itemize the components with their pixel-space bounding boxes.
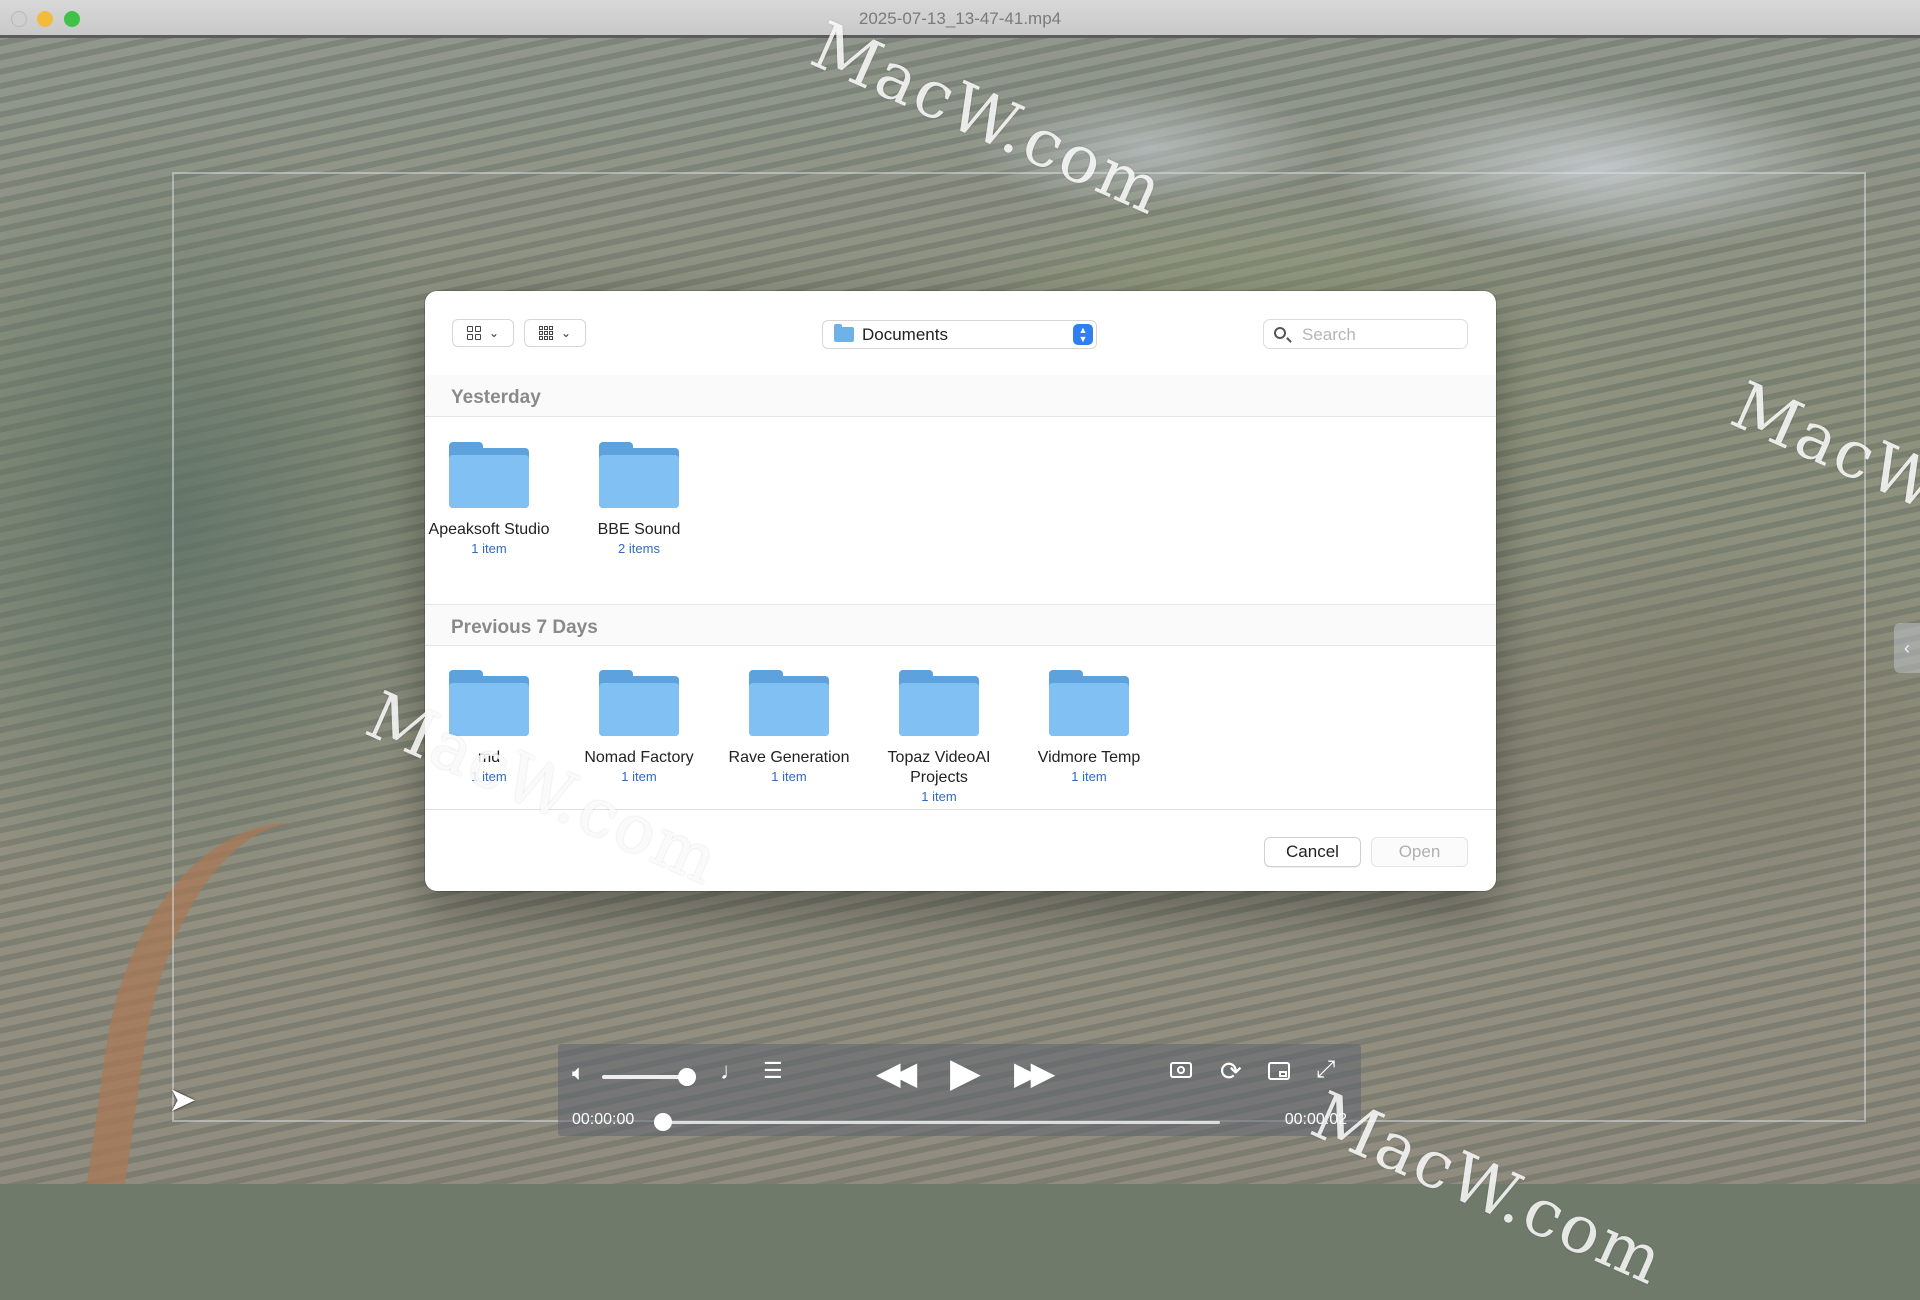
chevron-down-icon: ⌄ [560,326,572,340]
folder-name: Topaz VideoAI Projects [887,749,991,786]
folder-item[interactable]: Topaz VideoAI Projects 1 item [864,670,1014,804]
folder-icon [899,670,979,736]
volume-icon[interactable]: 🔈︎ [572,1060,585,1086]
folder-item-count: 1 item [771,769,807,784]
search-icon [1274,327,1286,339]
group-view-button[interactable]: ⌄ [524,319,586,347]
cancel-button[interactable]: Cancel [1264,837,1361,867]
location-popup[interactable]: Documents ▲ ▼ [822,320,1097,349]
seek-bar-knob[interactable] [654,1113,672,1131]
loop-icon[interactable]: ⟳ [1220,1056,1242,1087]
current-time: 00:00:00 [572,1111,635,1128]
snapshot-camera-icon[interactable] [1170,1062,1192,1078]
folder-item-count: 2 items [618,541,660,556]
volume-slider-knob[interactable] [677,1068,696,1086]
folder-item[interactable]: Rave Generation 1 item [714,670,864,784]
chevron-down-icon: ⌄ [488,326,500,340]
playlist-icon[interactable]: ☰ [763,1058,783,1084]
folder-item[interactable]: Vidmore Temp 1 item [1014,670,1164,784]
rewind-icon[interactable]: ◀◀ [876,1054,917,1092]
folder-icon [449,442,529,508]
icon-view-icon [466,326,481,340]
picture-in-picture-icon[interactable] [1268,1062,1290,1080]
dialog-toolbar: ⌄ ⌄ Documents ▲ ▼ [425,291,1496,376]
updown-stepper-icon[interactable]: ▲ ▼ [1073,324,1093,345]
section-header: Yesterday [425,375,1496,417]
player-controls: 🔈︎ ♩ ☰ ◀◀ ▶ ▶▶ ⟳ ⤢ 00:00:00 00:00:02 [558,1044,1361,1136]
file-browser: Yesterday Apeaksoft Studio 1 item BBE So… [425,375,1496,809]
folder-name: Apeaksoft Studio [428,521,550,538]
folder-item[interactable]: Apeaksoft Studio 1 item [425,442,564,556]
folder-name: Rave Generation [728,749,850,766]
folder-icon [749,670,829,736]
mouse-cursor-icon: ➤ [168,1081,197,1119]
window-titlebar: 2025-07-13_13-47-41.mp4 [0,0,1920,38]
folder-item-count: 1 item [921,789,957,804]
folder-item[interactable]: BBE Sound 2 items [564,442,714,556]
folder-icon [834,324,854,342]
folder-icon [599,670,679,736]
location-label: Documents [862,324,948,344]
fast-forward-icon[interactable]: ▶▶ [1014,1054,1055,1092]
folder-item-count: 1 item [1071,769,1107,784]
play-icon[interactable]: ▶ [950,1050,981,1096]
open-button[interactable]: Open [1371,837,1468,867]
window-title: 2025-07-13_13-47-41.mp4 [858,9,1062,28]
section-header: Previous 7 Days [425,604,1496,646]
side-panel-handle[interactable]: ‹ [1894,623,1920,673]
search-input[interactable] [1300,323,1464,347]
grid-icon [538,326,553,340]
folder-icon [1049,670,1129,736]
icon-view-button[interactable]: ⌄ [452,319,514,347]
folder-icon [599,442,679,508]
folder-name: BBE Sound [597,521,681,538]
folder-name: Vidmore Temp [1037,749,1141,766]
folder-item-count: 1 item [471,541,507,556]
audio-track-icon[interactable]: ♩ [720,1058,744,1086]
search-field[interactable] [1263,319,1468,349]
seek-bar[interactable] [663,1121,1220,1124]
